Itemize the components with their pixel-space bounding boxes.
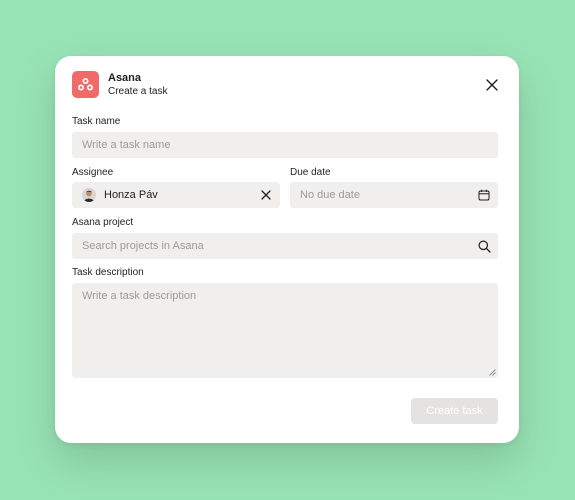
search-icon <box>476 238 492 254</box>
app-name: Asana <box>108 72 142 84</box>
project-label: Asana project <box>72 217 134 228</box>
task-name-input[interactable]: Write a task name <box>72 132 498 158</box>
assignee-name: Honza Páv <box>104 189 158 201</box>
dialog-subtitle: Create a task <box>108 86 168 97</box>
close-icon <box>261 190 271 200</box>
due-date-label: Due date <box>290 167 331 178</box>
project-search-placeholder: Search projects in Asana <box>82 240 204 252</box>
asana-logo-icon <box>72 71 99 98</box>
due-date-placeholder: No due date <box>300 189 360 201</box>
assignee-field[interactable]: Honza Páv <box>72 182 280 208</box>
project-search-input[interactable]: Search projects in Asana <box>72 233 498 259</box>
description-label: Task description <box>72 267 144 278</box>
create-task-dialog: Asana Create a task Task name Write a ta… <box>55 56 519 443</box>
close-icon <box>486 79 498 91</box>
avatar <box>82 188 96 202</box>
create-task-button[interactable]: Create task <box>411 398 498 424</box>
assignee-label: Assignee <box>72 167 114 178</box>
calendar-icon[interactable] <box>476 187 492 203</box>
task-description-textarea[interactable]: Write a task description <box>72 283 498 378</box>
task-name-placeholder: Write a task name <box>82 139 171 151</box>
close-button[interactable] <box>482 75 502 95</box>
task-description-placeholder: Write a task description <box>82 290 197 302</box>
dialog-header: Asana Create a task <box>72 71 502 99</box>
due-date-field[interactable]: No due date <box>290 182 498 208</box>
clear-assignee-button[interactable] <box>258 187 274 203</box>
resize-grip-icon[interactable] <box>489 369 496 376</box>
task-name-label: Task name <box>72 116 121 127</box>
